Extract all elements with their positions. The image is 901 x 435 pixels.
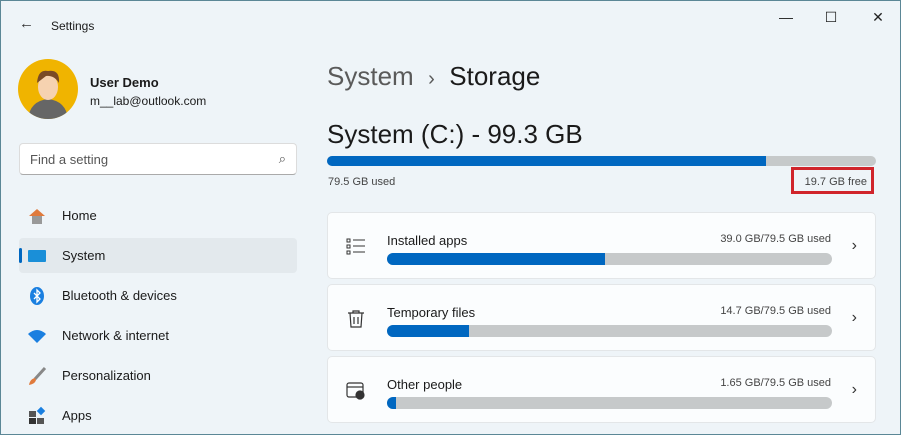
sidebar-item-apps[interactable]: Apps (19, 398, 297, 433)
search-placeholder: Find a setting (30, 151, 109, 167)
sidebar-item-label: Home (62, 208, 97, 223)
category-label: Temporary files (387, 305, 476, 320)
category-usage-bar (387, 325, 832, 337)
breadcrumb-parent[interactable]: System (327, 61, 414, 91)
selected-indicator (19, 248, 22, 263)
people-folder-icon (346, 381, 366, 401)
category-usage-bar (387, 397, 832, 409)
drive-free: 19.7 GB free (804, 176, 867, 188)
drive-usage-bar (327, 156, 876, 166)
system-icon (27, 246, 47, 266)
category-usage-fill (387, 397, 396, 409)
sidebar-item-label: Personalization (62, 368, 151, 383)
back-button[interactable]: ← (19, 15, 34, 32)
breadcrumb-separator: › (428, 68, 435, 90)
drive-usage-fill (327, 156, 767, 166)
window-title: Settings (51, 19, 95, 33)
minimize-button[interactable]: — (771, 9, 801, 29)
sidebar-item-network[interactable]: Network & internet (19, 318, 297, 353)
maximize-button[interactable]: ☐ (816, 9, 846, 29)
drive-used: 79.5 GB used (328, 176, 396, 188)
avatar[interactable] (18, 59, 78, 119)
brush-icon (27, 366, 47, 386)
drive-free-highlight: 19.7 GB free (791, 167, 874, 194)
category-usage: 39.0 GB/79.5 GB used (720, 233, 831, 245)
storage-category-installed-apps[interactable]: Installed apps 39.0 GB/79.5 GB used › (327, 212, 876, 279)
sidebar-item-home[interactable]: Home (19, 198, 297, 233)
storage-category-other-people[interactable]: Other people 1.65 GB/79.5 GB used › (327, 356, 876, 423)
list-icon (346, 237, 366, 257)
chevron-right-icon: › (851, 381, 857, 398)
page-title: Storage (449, 61, 541, 91)
category-label: Installed apps (387, 233, 468, 248)
close-button[interactable]: ✕ (863, 9, 893, 29)
search-input[interactable]: Find a setting ⌕ (19, 143, 297, 175)
apps-icon (27, 406, 47, 426)
wifi-icon (27, 326, 47, 346)
chevron-right-icon: › (851, 237, 857, 254)
search-icon: ⌕ (278, 151, 286, 166)
user-name: User Demo (90, 75, 159, 90)
breadcrumb: System › Storage (327, 61, 540, 92)
category-usage-bar (387, 253, 832, 265)
category-usage: 1.65 GB/79.5 GB used (720, 377, 831, 389)
sidebar-item-label: Apps (62, 408, 92, 423)
sidebar-item-system[interactable]: System (19, 238, 297, 273)
drive-title: System (C:) - 99.3 GB (327, 119, 583, 149)
user-avatar-icon (28, 70, 68, 119)
user-email: m__lab@outlook.com (90, 94, 207, 108)
storage-category-temporary-files[interactable]: Temporary files 14.7 GB/79.5 GB used › (327, 284, 876, 351)
sidebar-item-label: Network & internet (62, 328, 169, 343)
home-icon (27, 206, 47, 226)
category-label: Other people (387, 377, 463, 392)
bluetooth-icon (27, 286, 47, 306)
category-usage: 14.7 GB/79.5 GB used (720, 305, 831, 317)
chevron-right-icon: › (851, 309, 857, 326)
category-usage-fill (387, 253, 606, 265)
sidebar-item-label: Bluetooth & devices (62, 288, 177, 303)
sidebar-item-label: System (62, 248, 106, 263)
category-usage-fill (387, 325, 470, 337)
sidebar-item-bluetooth[interactable]: Bluetooth & devices (19, 278, 297, 313)
sidebar-item-personalization[interactable]: Personalization (19, 358, 297, 393)
trash-icon (346, 309, 366, 329)
